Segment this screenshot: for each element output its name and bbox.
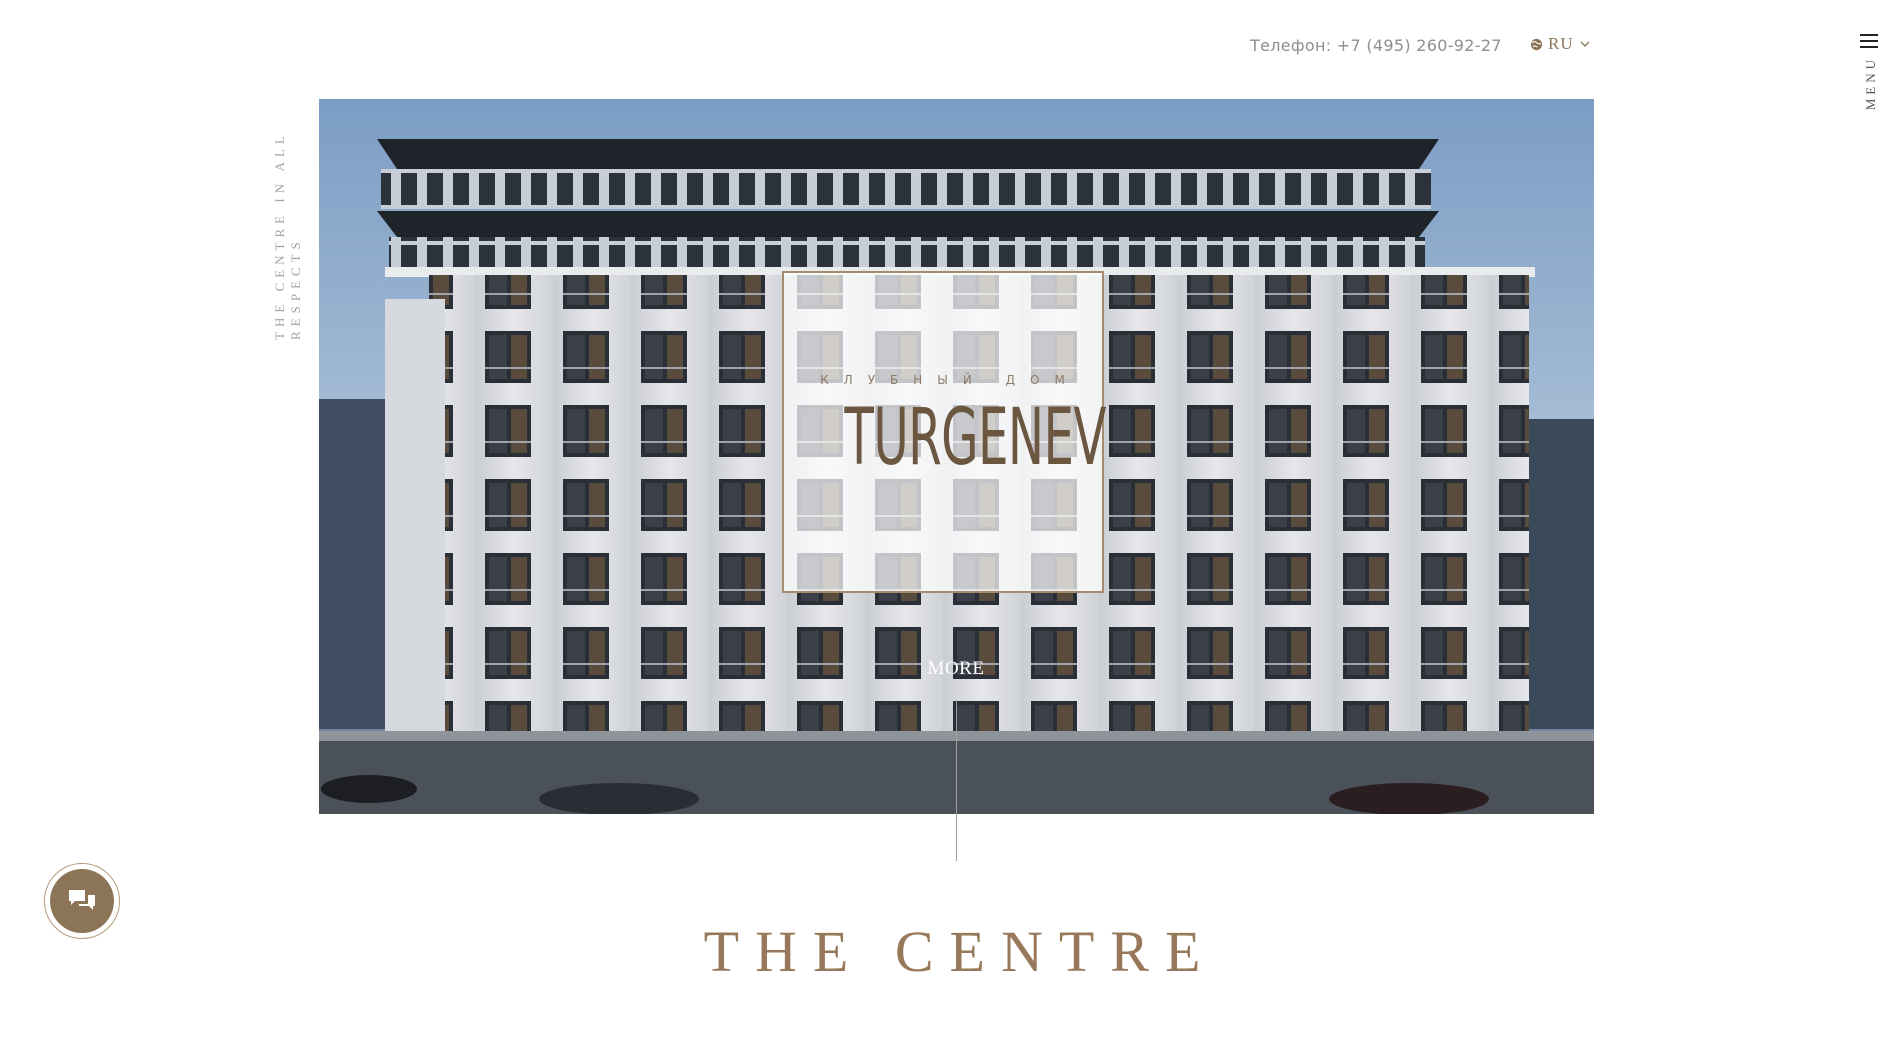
language-label: RU <box>1548 34 1574 53</box>
globe-icon <box>1530 38 1543 50</box>
language-selector[interactable]: RU <box>1530 34 1591 54</box>
brand-name: TURGENEV <box>844 393 1106 483</box>
menu-button[interactable]: MENU <box>1852 34 1886 110</box>
chevron-down-icon <box>1580 41 1590 47</box>
hamburger-icon <box>1860 34 1878 48</box>
more-divider-line <box>956 700 957 861</box>
chat-bubbles-icon <box>69 890 95 910</box>
brand-card: КЛУБНЫЙ ДОМ TURGENEV <box>782 271 1106 593</box>
brand-subtitle: КЛУБНЫЙ ДОМ <box>820 373 1080 387</box>
more-link[interactable]: MORE <box>926 658 986 680</box>
menu-label: MENU <box>1863 56 1878 111</box>
section-title: THE CENTRE <box>703 919 1217 984</box>
side-tagline: THE CENTRE IN ALL RESPECTS <box>272 131 303 340</box>
header-phone[interactable]: Телефон: +7 (495) 260-92-27 <box>1250 36 1502 55</box>
